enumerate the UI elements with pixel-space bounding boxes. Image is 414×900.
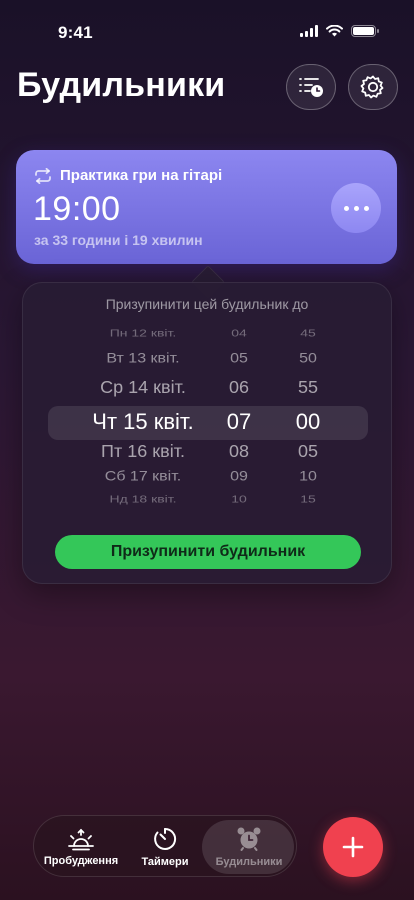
status-time: 9:41 — [58, 23, 93, 42]
picker-day-option[interactable]: Ср 14 квіт. — [78, 377, 208, 397]
pause-alarm-button[interactable]: Призупинити будильник — [55, 535, 361, 569]
tab-timers[interactable]: Таймери — [126, 816, 204, 878]
alarm-countdown: за 33 години і 19 хвилин — [34, 232, 203, 248]
picker-hour-option[interactable]: 10 — [213, 493, 265, 504]
picker-hour-option[interactable]: 05 — [213, 351, 265, 367]
list-clock-icon — [299, 78, 323, 97]
gear-icon — [360, 75, 384, 99]
date-time-picker[interactable]: Пн 11 квіт. Пн 12 квіт. Вт 13 квіт. Ср 14 к… — [23, 313, 393, 513]
repeat-icon — [35, 167, 51, 184]
picker-day-option[interactable]: Пн 12 квіт. — [78, 327, 208, 338]
alarm-clock-icon — [237, 827, 261, 851]
pause-until-popover: Призупинити цей будильник до Пн 11 квіт.… — [22, 282, 392, 584]
picker-minute-option[interactable]: 00 — [278, 409, 338, 435]
picker-hour-option[interactable]: 04 — [213, 327, 265, 338]
alarm-label-row: Практика гри на гітарі — [34, 167, 222, 184]
picker-day-option[interactable]: Сб 17 квіт. — [78, 469, 208, 485]
picker-minute-option[interactable]: 45 — [278, 327, 338, 338]
picker-minute-option[interactable]: 50 — [278, 351, 338, 367]
picker-day-option[interactable]: Пн 11 квіт. — [78, 313, 208, 314]
picker-day-option[interactable]: Пт 16 квіт. — [78, 441, 208, 461]
tab-alarms-label: Будильники — [215, 856, 283, 868]
picker-hour-option[interactable]: 07 — [213, 409, 265, 435]
tab-bar: Пробудження Таймери Будильники — [33, 815, 297, 877]
cellular-signal-icon — [300, 25, 318, 37]
status-icons — [300, 25, 379, 37]
picker-minute-option[interactable]: 40 — [278, 313, 338, 314]
alarm-time: 19:00 — [33, 190, 121, 228]
settings-button[interactable] — [348, 64, 398, 110]
picker-day-column[interactable]: Пн 11 квіт. Пн 12 квіт. Вт 13 квіт. Ср 14 к… — [78, 313, 208, 513]
alarm-label: Практика гри на гітарі — [60, 167, 223, 184]
alarm-card[interactable]: Практика гри на гітарі 19:00 за 33 годин… — [16, 150, 397, 264]
alarm-list-button[interactable] — [286, 64, 336, 110]
add-alarm-button[interactable] — [323, 817, 383, 877]
more-options-button[interactable] — [331, 183, 381, 233]
picker-hour-column[interactable]: 030405060708091011 — [213, 313, 265, 513]
tab-alarms[interactable]: Будильники — [202, 816, 294, 878]
battery-icon — [351, 25, 379, 37]
picker-hour-option[interactable]: 03 — [213, 313, 265, 314]
picker-hour-option[interactable]: 06 — [213, 377, 265, 397]
picker-minute-option[interactable]: 55 — [278, 377, 338, 397]
picker-minute-option[interactable]: 15 — [278, 493, 338, 504]
picker-minute-option[interactable]: 05 — [278, 441, 338, 461]
picker-minute-option[interactable]: 10 — [278, 469, 338, 485]
picker-minute-column[interactable]: 404550550005101520 — [278, 313, 338, 513]
status-bar: 9:41 — [0, 0, 414, 60]
wifi-icon — [326, 25, 343, 37]
picker-hour-option[interactable]: 08 — [213, 441, 265, 461]
plus-icon — [342, 836, 364, 858]
picker-day-option[interactable]: Чт 15 квіт. — [78, 409, 208, 435]
ellipsis-icon — [343, 205, 349, 211]
sunrise-icon — [68, 828, 94, 851]
timer-icon — [154, 827, 177, 850]
tab-timers-label: Таймери — [141, 856, 189, 868]
page-title: Будильники — [17, 66, 226, 104]
popover-title: Призупинити цей будильник до — [105, 296, 309, 312]
tab-wake-label: Пробудження — [43, 855, 119, 867]
tab-wake[interactable]: Пробудження — [38, 816, 124, 878]
picker-hour-option[interactable]: 09 — [213, 469, 265, 485]
picker-day-option[interactable]: Вт 13 квіт. — [78, 351, 208, 367]
picker-day-option[interactable]: Нд 18 квіт. — [78, 493, 208, 504]
